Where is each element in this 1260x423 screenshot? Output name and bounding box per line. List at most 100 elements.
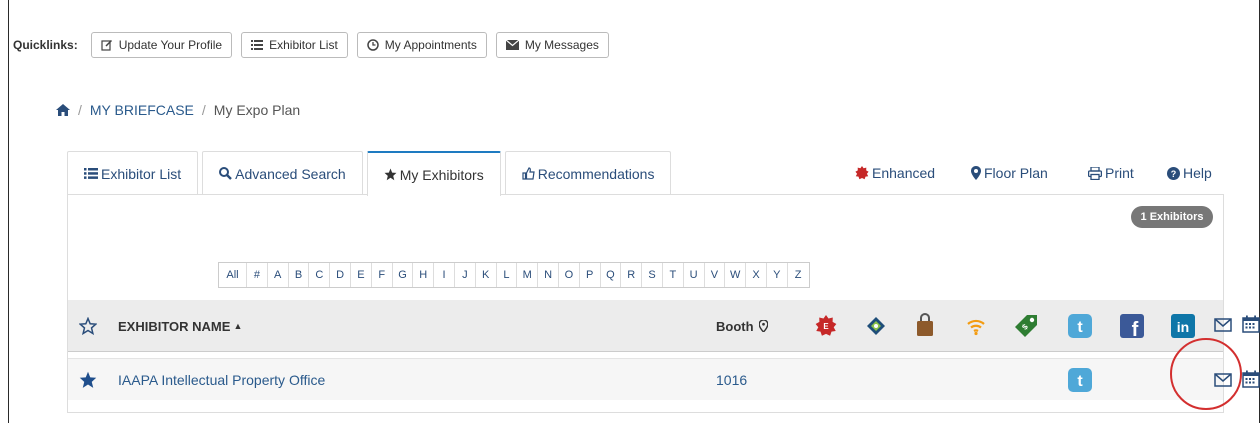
svg-text:t: t [1077,373,1083,390]
my-messages-label: My Messages [524,38,599,52]
tab-advanced-search[interactable]: Advanced Search [202,151,363,195]
exhibitor-name-header: EXHIBITOR NAME [118,318,231,334]
alphabet-filter-item[interactable]: H [413,263,435,287]
map-marker-icon [758,320,768,332]
question-circle-icon: ? [1167,166,1180,180]
price-tag-icon: $ [1014,314,1038,338]
alphabet-filter-item[interactable]: X [746,263,767,287]
facebook-icon: f [1120,314,1144,338]
map-marker-icon [971,166,981,180]
breadcrumb-separator: / [78,102,82,118]
alphabet-filter-item[interactable]: # [247,263,268,287]
alphabet-filter-item[interactable]: N [538,263,559,287]
alphabet-filter-item[interactable]: C [309,263,331,287]
my-appointments-label: My Appointments [384,38,477,52]
breadcrumb: / MY BRIEFCASE / My Expo Plan [56,102,300,118]
quicklinks-bar: Quicklinks: Update Your Profile Exhibito… [13,32,618,58]
alphabet-filter-item[interactable]: V [705,263,726,287]
tab-label: Recommendations [537,165,655,182]
enhanced-label: Enhanced [872,165,936,181]
envelope-icon [505,40,519,50]
alphabet-filter-item[interactable]: U [684,263,705,287]
enhanced-link[interactable]: Enhanced [855,164,935,182]
linkedin-icon: in [1171,314,1195,338]
alphabet-filter-item[interactable]: K [476,263,497,287]
list-icon [251,40,264,50]
help-label: Help [1183,165,1212,181]
print-icon [1088,166,1102,180]
calendar-icon [1242,315,1260,333]
alphabet-filter-item[interactable]: O [559,263,580,287]
table-row: IAAPA Intellectual Property Office 1016 … [68,358,1260,401]
booth-number-link[interactable]: 1016 [716,359,747,401]
table-header: EXHIBITOR NAME ▲ Booth E $ t f in [68,300,1260,352]
svg-text:?: ? [1171,169,1177,179]
diamond-tag-icon [866,316,886,336]
wifi-icon [966,316,986,336]
alphabet-filter-item[interactable]: A [268,263,289,287]
twitter-icon[interactable]: t [1068,368,1092,392]
alphabet-filter-item[interactable]: All [219,263,247,287]
tab-exhibitor-list[interactable]: Exhibitor List [67,151,199,195]
help-link[interactable]: ? Help [1167,164,1212,182]
tab-label: My Exhibitors [399,166,484,183]
floor-plan-link[interactable]: Floor Plan [971,164,1048,182]
svg-text:t: t [1077,319,1083,336]
highlight-circle [1170,338,1242,410]
home-icon[interactable] [56,104,70,116]
alphabet-filter-item[interactable]: J [455,263,476,287]
print-link[interactable]: Print [1088,164,1134,182]
alphabet-filter-item[interactable]: G [393,263,414,287]
svg-text:in: in [1177,319,1189,335]
enhanced-badge-icon [855,166,869,180]
alphabet-filter-item[interactable]: L [497,263,518,287]
alphabet-filter-item[interactable]: R [621,263,643,287]
exhibitor-list-button[interactable]: Exhibitor List [241,32,348,58]
alphabet-filter-item[interactable]: W [725,263,747,287]
tab-label: Advanced Search [235,165,346,182]
thumbs-up-icon [522,167,535,180]
update-profile-label: Update Your Profile [118,38,223,52]
clock-icon [367,39,379,51]
exhibitor-name-link[interactable]: IAAPA Intellectual Property Office [118,359,325,401]
update-profile-button[interactable]: Update Your Profile [90,32,233,58]
star-outline-icon[interactable] [79,317,97,335]
quicklinks-label: Quicklinks: [13,38,78,52]
twitter-icon: t [1068,314,1092,338]
list-icon [84,168,98,179]
tab-recommendations[interactable]: Recommendations [504,151,672,195]
breadcrumb-my-briefcase[interactable]: MY BRIEFCASE [90,102,194,118]
sort-indicator: ▲ [233,321,243,331]
alphabet-filter-item[interactable]: M [517,263,539,287]
search-icon [219,167,233,180]
svg-text:E: E [823,322,828,331]
edit-icon [101,39,112,51]
tab-label: Exhibitor List [101,165,182,182]
tab-my-exhibitors[interactable]: My Exhibitors [366,151,501,196]
alphabet-filter-item[interactable]: Q [601,263,622,287]
alphabet-filter-item[interactable]: Y [767,263,788,287]
column-booth[interactable]: Booth [716,300,768,352]
alphabet-filter-item[interactable]: B [289,263,310,287]
booth-header: Booth [716,318,754,334]
column-exhibitor-name[interactable]: EXHIBITOR NAME ▲ [118,300,242,352]
alphabet-filter-item[interactable]: D [330,263,351,287]
alphabet-filter-item[interactable]: T [663,263,684,287]
alphabet-filter-item[interactable]: P [580,263,601,287]
alphabet-filter-item[interactable]: S [642,263,663,287]
envelope-icon [1214,317,1232,333]
my-appointments-button[interactable]: My Appointments [356,32,487,58]
shopping-bag-icon [915,313,935,337]
floor-plan-label: Floor Plan [984,165,1048,181]
alphabet-filter-item[interactable]: Z [788,263,809,287]
exhibitor-count-badge: 1 Exhibitors [1131,206,1213,228]
star-icon [384,168,397,181]
alphabet-filter-item[interactable]: I [434,263,455,287]
alphabet-filter-item[interactable]: E [351,263,372,287]
my-messages-button[interactable]: My Messages [495,32,609,58]
schedule-appointment-icon[interactable] [1242,370,1260,388]
alphabet-filter-item[interactable]: F [372,263,393,287]
breadcrumb-separator: / [201,102,206,118]
exhibitor-list-label: Exhibitor List [269,38,338,52]
star-filled-icon[interactable] [79,371,97,389]
